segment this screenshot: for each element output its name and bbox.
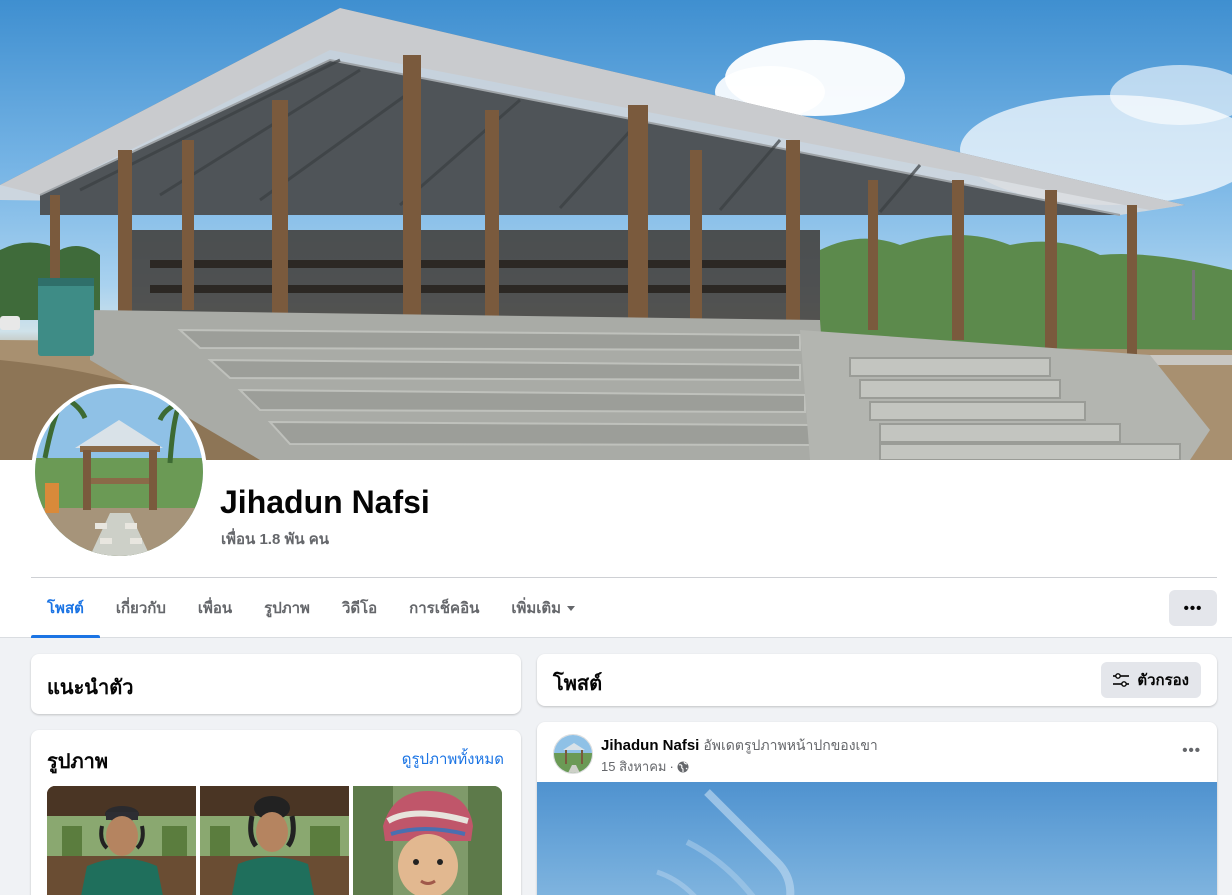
cover-photo-image — [0, 8, 1232, 460]
post-header: Jihadun Nafsi อัพเดตรูปภาพหน้าปกของเขา — [601, 735, 878, 757]
see-all-photos-link[interactable]: ดูรูปภาพทั้งหมด — [402, 747, 504, 771]
profile-avatar[interactable] — [31, 384, 207, 560]
posts-title: โพสต์ — [553, 673, 603, 695]
intro-card: แนะนำตัว — [31, 654, 521, 714]
photo-grid — [47, 786, 502, 895]
tab-checkins[interactable]: การเช็คอิน — [393, 578, 495, 638]
filter-label: ตัวกรอง — [1137, 672, 1189, 689]
photo-thumbnail[interactable] — [200, 786, 349, 895]
photo-thumbnail[interactable] — [353, 786, 502, 895]
tab-about[interactable]: เกี่ยวกับ — [100, 578, 182, 638]
intro-title: แนะนำตัว — [47, 677, 134, 699]
filter-icon — [1113, 673, 1130, 687]
tab-photos-label: รูปภาพ — [264, 600, 310, 617]
filter-button[interactable]: ตัวกรอง — [1101, 662, 1201, 698]
cover-photo[interactable] — [0, 0, 1232, 460]
post-image[interactable] — [537, 782, 1217, 895]
tab-more-label: เพิ่มเติม — [511, 600, 562, 617]
meta-separator: · — [669, 759, 674, 774]
post-author-name[interactable]: Jihadun Nafsi — [601, 737, 699, 754]
photo-image — [47, 786, 196, 895]
photo-thumbnail[interactable] — [47, 786, 196, 895]
more-options-button[interactable]: ••• — [1169, 590, 1217, 626]
tab-about-label: เกี่ยวกับ — [115, 600, 166, 617]
avatar-image — [35, 388, 203, 556]
profile-tabs: โพสต์ เกี่ยวกับ เพื่อน รูปภาพ วิดีโอ การ… — [31, 578, 591, 638]
profile-name: Jihadun Nafsi — [220, 484, 430, 520]
post-date[interactable]: 15 สิงหาคม — [601, 756, 667, 777]
posts-header-card: โพสต์ ตัวกรอง — [537, 654, 1217, 706]
avatar-image — [554, 735, 592, 773]
post-action-text: อัพเดตรูปภาพหน้าปกของเขา — [703, 737, 878, 753]
public-globe-icon[interactable] — [677, 761, 689, 773]
tab-posts-label: โพสต์ — [47, 600, 84, 617]
photos-card: รูปภาพ ดูรูปภาพทั้งหมด — [31, 730, 521, 895]
photos-title: รูปภาพ — [47, 751, 109, 773]
friends-count[interactable]: เพื่อน 1.8 พัน คน — [221, 527, 329, 551]
post-author-avatar[interactable] — [553, 734, 593, 774]
tab-photos[interactable]: รูปภาพ — [248, 578, 326, 638]
post-meta: 15 สิงหาคม · — [601, 756, 689, 777]
tab-more[interactable]: เพิ่มเติม — [495, 578, 591, 638]
tab-friends-label: เพื่อน — [197, 600, 233, 617]
tab-checkins-label: การเช็คอิน — [409, 600, 480, 617]
photo-image — [200, 786, 349, 895]
post-image-content — [656, 789, 795, 895]
tab-posts[interactable]: โพสต์ — [31, 578, 100, 638]
caret-down-icon — [567, 605, 576, 611]
tab-videos[interactable]: วิดีโอ — [326, 578, 393, 638]
post-card: Jihadun Nafsi อัพเดตรูปภาพหน้าปกของเขา 15… — [537, 722, 1217, 895]
tab-videos-label: วิดีโอ — [341, 600, 378, 617]
post-options-button[interactable]: ••• — [1182, 742, 1201, 759]
photo-image — [353, 786, 502, 895]
tab-friends[interactable]: เพื่อน — [182, 578, 248, 638]
